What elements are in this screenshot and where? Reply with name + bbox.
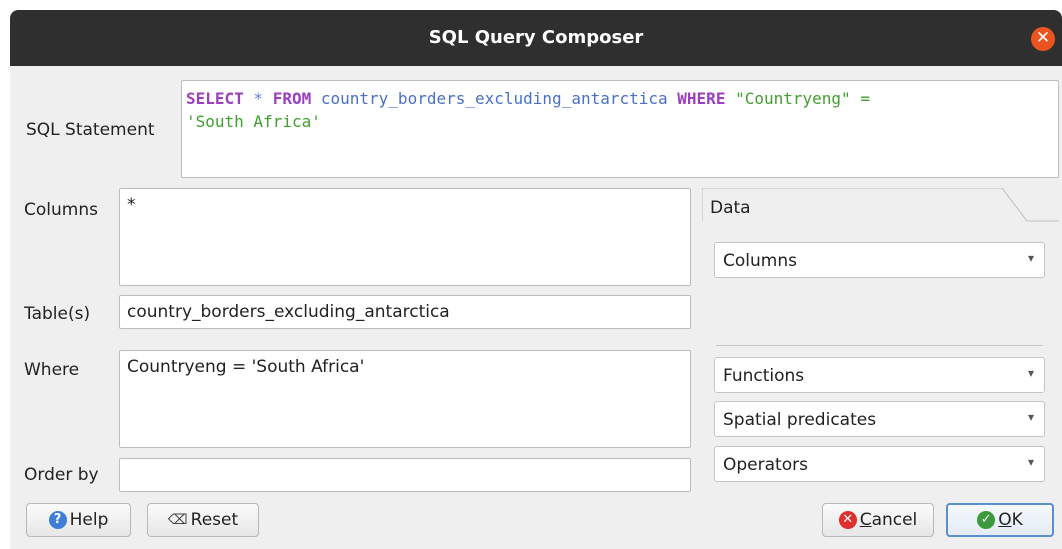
title-bar[interactable]: SQL Query Composer ✕ [10,10,1062,66]
ok-label-rest: K [1011,510,1023,530]
close-button[interactable]: ✕ [1031,27,1055,51]
order-by-field[interactable] [119,458,691,492]
spatial-predicates-combo[interactable]: Spatial predicates ▾ [714,401,1045,437]
chevron-down-icon: ▾ [1027,251,1034,265]
ok-mnemonic: O [998,510,1012,530]
reset-button[interactable]: ⌫ Reset [147,503,259,537]
sql-table-name: country_borders_excluding_antarctica [311,89,678,108]
reset-button-label: Reset [190,510,239,530]
columns-value: * [127,195,136,215]
where-label: Where [24,360,80,380]
chevron-down-icon: ▾ [1027,366,1034,380]
cancel-button-label: Cancel [860,510,918,530]
columns-combo-value: Columns [723,251,797,271]
columns-label: Columns [24,200,98,220]
divider [716,345,1043,346]
tables-value: country_borders_excluding_antarctica [127,302,450,322]
functions-combo-value: Functions [723,366,805,386]
help-icon: ? [48,511,67,529]
sql-keyword-where: WHERE [677,89,726,108]
where-value: Countryeng = 'South Africa' [127,357,365,377]
tab-data-label: Data [710,198,751,218]
ok-button[interactable]: ✓ OK [946,503,1054,537]
cancel-label-rest: ancel [871,510,918,530]
chevron-down-icon: ▾ [1027,455,1034,469]
columns-field[interactable]: * [119,188,691,286]
ok-check-icon: ✓ [977,511,996,529]
cancel-mnemonic: C [859,510,872,530]
help-button-label: Help [69,510,109,530]
tables-field[interactable]: country_borders_excluding_antarctica [119,295,691,329]
cancel-button[interactable]: ✕ Cancel [822,503,934,537]
ok-button-label: OK [998,510,1023,530]
dialog-title: SQL Query Composer [428,27,644,48]
sql-statement-label: SQL Statement [26,120,155,140]
sql-query-composer-dialog: SQL Query Composer ✕ SQL Statement SELEC… [10,10,1062,549]
spatial-predicates-combo-value: Spatial predicates [723,410,877,430]
sql-column-name: "Countryeng" = [725,89,870,108]
tab-data[interactable]: Data [702,188,1059,222]
sql-string-literal: 'South Africa' [186,112,321,131]
sql-keyword-select: SELECT [186,89,244,108]
backspace-icon: ⌫ [167,512,188,528]
operators-combo[interactable]: Operators ▾ [714,446,1045,482]
help-button[interactable]: ? Help [26,503,131,537]
chevron-down-icon: ▾ [1027,410,1034,424]
sql-star: * [243,89,273,108]
operators-combo-value: Operators [723,455,808,475]
tables-label: Table(s) [24,304,91,324]
columns-combo[interactable]: Columns ▾ [714,242,1045,278]
sql-keyword-from: FROM [272,89,312,108]
order-by-label: Order by [24,465,99,485]
close-icon: ✕ [1035,28,1051,48]
tab-outline [702,188,1059,222]
sql-statement-editor[interactable]: SELECT * FROM country_borders_excluding_… [181,80,1059,178]
functions-combo[interactable]: Functions ▾ [714,357,1045,393]
cancel-icon: ✕ [838,511,857,529]
where-field[interactable]: Countryeng = 'South Africa' [119,350,691,448]
